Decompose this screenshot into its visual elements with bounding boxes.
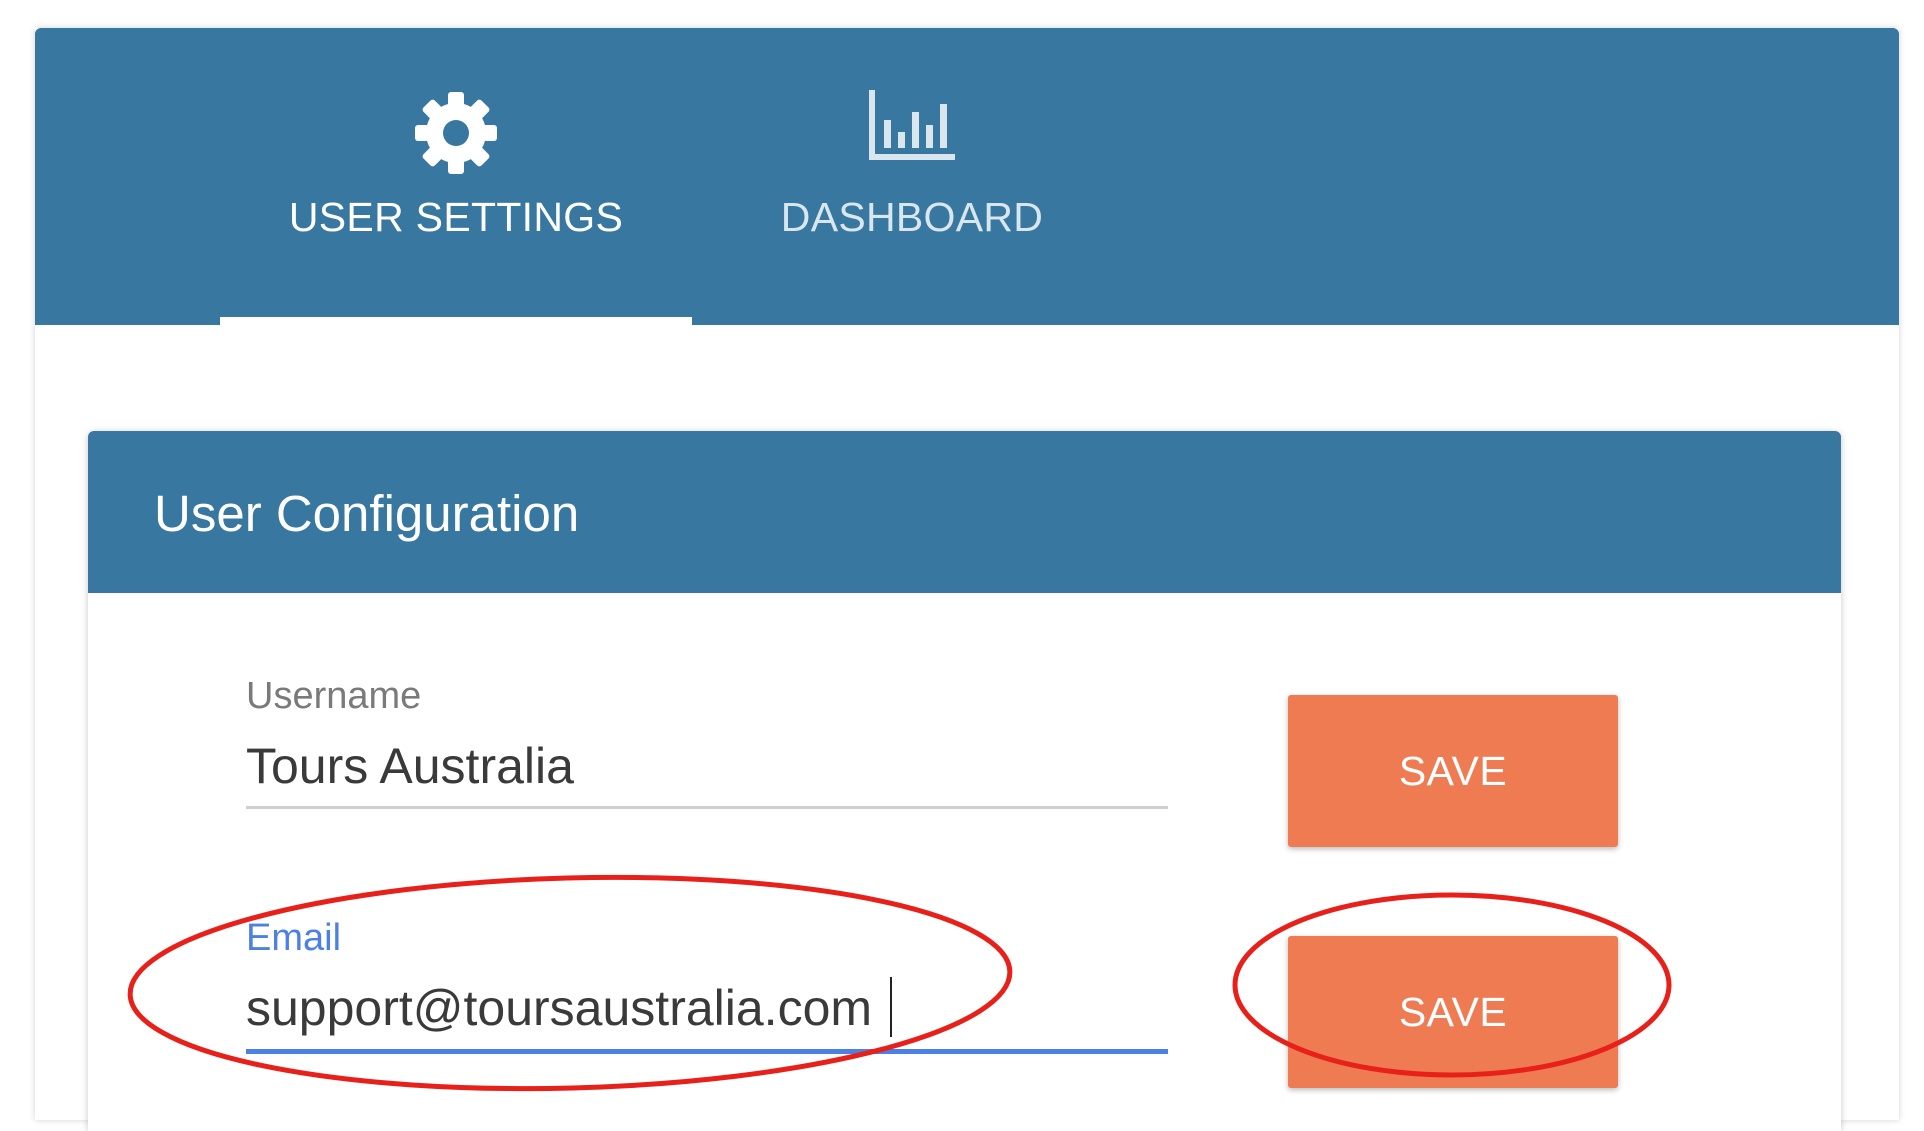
bar-chart-icon xyxy=(867,90,957,167)
username-field: Username xyxy=(246,675,1168,810)
text-caret xyxy=(890,977,892,1037)
active-tab-indicator xyxy=(220,317,692,325)
tab-dashboard[interactable]: DASHBOARD xyxy=(692,28,1132,325)
tab-user-settings[interactable]: USER SETTINGS xyxy=(220,28,692,325)
card-title: User Configuration xyxy=(154,485,580,542)
user-configuration-card: User Configuration Username SAVE Email S… xyxy=(88,431,1841,1131)
email-label: Email xyxy=(246,917,342,959)
tab-label: DASHBOARD xyxy=(780,194,1044,240)
gear-icon xyxy=(413,90,499,181)
save-email-button[interactable]: SAVE xyxy=(1288,936,1618,1088)
tab-label: USER SETTINGS xyxy=(288,194,624,240)
username-underline xyxy=(246,806,1168,809)
card-header: User Configuration xyxy=(88,431,1841,593)
email-focus-underline xyxy=(246,1049,1168,1054)
email-input[interactable] xyxy=(246,979,1168,1037)
top-navigation-bar: USER SETTINGS DASHBOARD xyxy=(35,28,1899,325)
username-label: Username xyxy=(246,675,422,717)
email-field: Email xyxy=(246,917,1168,1055)
save-username-button[interactable]: SAVE xyxy=(1288,695,1618,847)
username-input[interactable] xyxy=(246,737,1168,795)
app-frame: USER SETTINGS DASHBOARD User Configurati… xyxy=(35,28,1899,1131)
